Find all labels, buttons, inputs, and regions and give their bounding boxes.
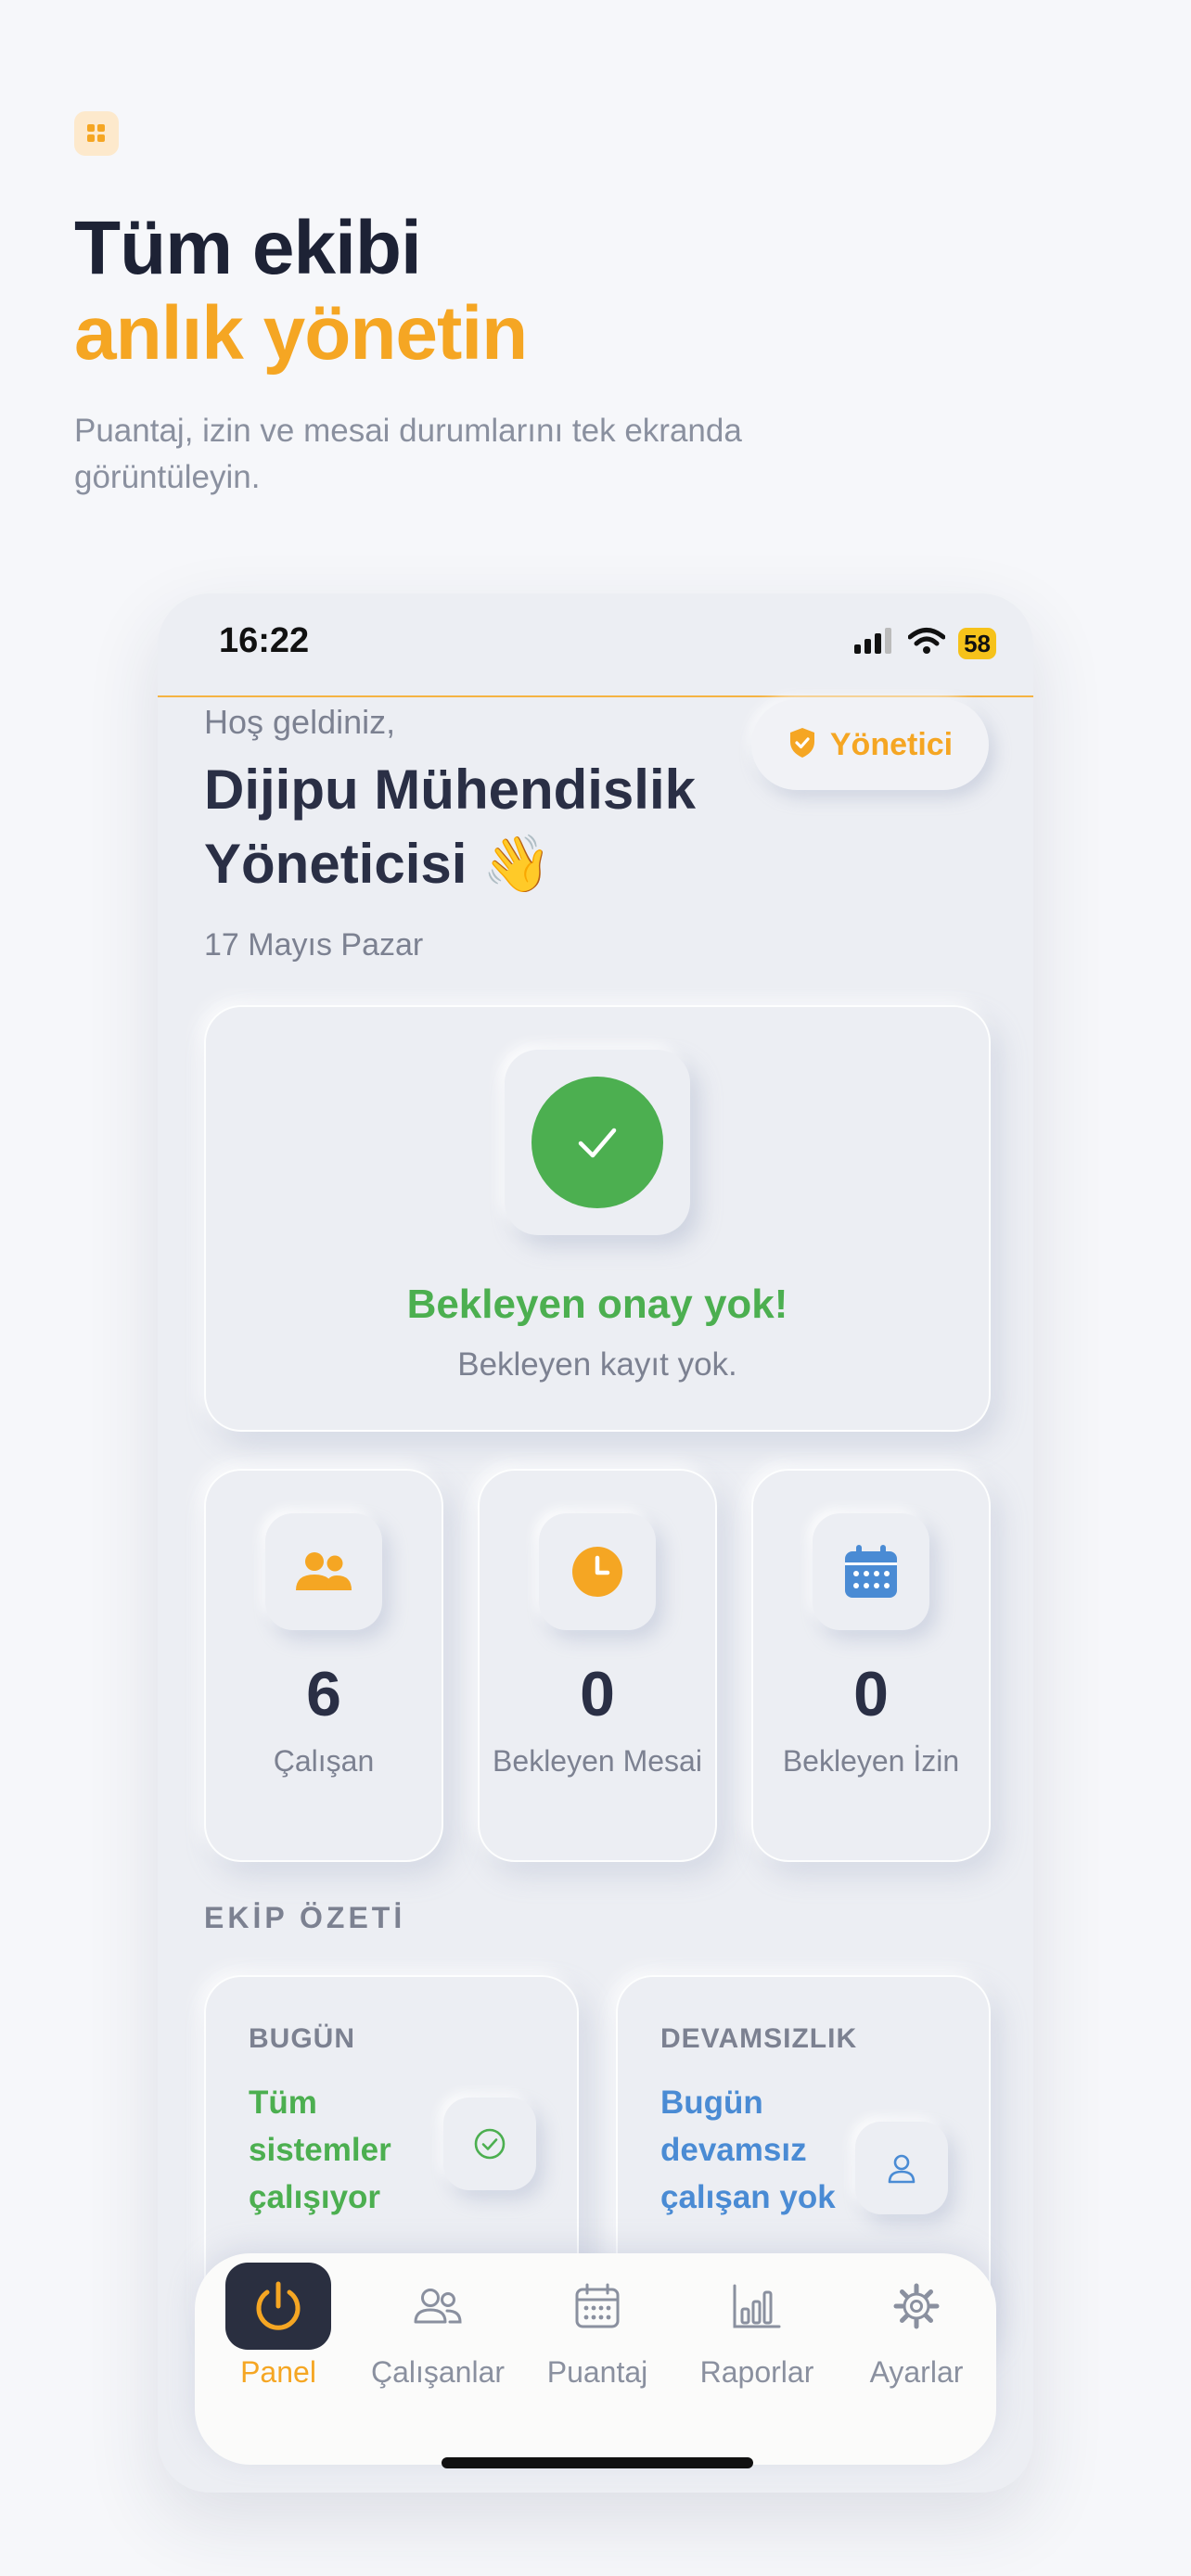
stat-card-pending-overtime[interactable]: 0 Bekleyen Mesai [478, 1469, 717, 1862]
battery-indicator: 58 [958, 627, 996, 659]
welcome-text: Hoş geldiniz, [204, 703, 396, 741]
status-bar: 16:22 58 [158, 593, 1033, 697]
bottom-tab-bar: Panel Çalışanlar Puantaj Raporlar Ayarla… [195, 2253, 996, 2465]
check-container [505, 1050, 690, 1235]
approval-status-card: Bekleyen onay yok! Bekleyen kayıt yok. [204, 1005, 991, 1432]
role-badge[interactable]: Yönetici [751, 699, 989, 790]
calendar-icon [544, 2263, 650, 2350]
tab-label: Çalışanlar [370, 2355, 506, 2389]
stat-value: 6 [306, 1659, 341, 1729]
tab-panel[interactable]: Panel [198, 2263, 358, 2411]
users-icon [385, 2263, 491, 2350]
tab-label: Puantaj [546, 2355, 648, 2389]
gear-icon [864, 2263, 969, 2350]
tab-label: Ayarlar [869, 2355, 964, 2389]
summary-label: BUGÜN [249, 2023, 355, 2054]
clock-icon [539, 1513, 656, 1630]
status-icons: 58 [854, 627, 996, 659]
stat-card-employees[interactable]: 6 Çalışan [204, 1469, 443, 1862]
phone-screen: 16:22 58 Hoş geldiniz, Yönetici Dijipu M… [158, 593, 1033, 2493]
stat-label: Bekleyen İzin [782, 1744, 960, 1778]
summary-label: DEVAMSIZLIK [660, 2023, 858, 2054]
power-icon [225, 2263, 331, 2350]
tab-settings[interactable]: Ayarlar [837, 2263, 996, 2411]
stat-value: 0 [853, 1659, 889, 1729]
calendar-icon [813, 1513, 929, 1630]
tab-reports[interactable]: Raporlar [677, 2263, 837, 2411]
hero-title: Tüm ekibi anlık yönetin [74, 206, 528, 376]
stat-card-pending-leave[interactable]: 0 Bekleyen İzin [751, 1469, 991, 1862]
wifi-icon [907, 627, 946, 659]
shield-icon [788, 726, 817, 764]
summary-text: Tüm sistemler çalışıyor [249, 2085, 391, 2215]
stat-label: Çalışan [273, 1744, 375, 1778]
tab-timesheet[interactable]: Puantaj [518, 2263, 677, 2411]
user-icon [855, 2122, 948, 2214]
stat-value: 0 [580, 1659, 615, 1729]
summary-text: Bugün devamsız çalışan yok [660, 2085, 836, 2215]
users-icon [265, 1513, 382, 1630]
bar-chart-icon [704, 2263, 810, 2350]
signal-icon [854, 628, 895, 658]
tab-label: Panel [240, 2355, 316, 2389]
current-date: 17 Mayıs Pazar [204, 927, 424, 963]
approval-subtitle: Bekleyen kayıt yok. [457, 1346, 737, 1383]
approval-title: Bekleyen onay yok! [406, 1282, 788, 1327]
tab-label: Raporlar [699, 2355, 814, 2389]
status-time: 16:22 [219, 621, 310, 660]
check-circle-icon [443, 2098, 536, 2190]
company-name: Dijipu Mühendislik Yöneticisi 👋 [204, 759, 697, 895]
hero-title-line2: anlık yönetin [74, 291, 528, 376]
hero-subtitle: Puantaj, izin ve mesai durumlarını tek e… [74, 413, 742, 495]
hero-title-line1: Tüm ekibi [74, 206, 422, 290]
home-indicator [442, 2457, 753, 2468]
tab-employees[interactable]: Çalışanlar [358, 2263, 518, 2411]
stat-label: Bekleyen Mesai [493, 1744, 702, 1778]
check-icon [531, 1077, 663, 1208]
role-badge-label: Yönetici [829, 726, 954, 762]
section-title-team-summary: EKİP ÖZETİ [204, 1901, 406, 1934]
grid-icon [74, 111, 119, 156]
